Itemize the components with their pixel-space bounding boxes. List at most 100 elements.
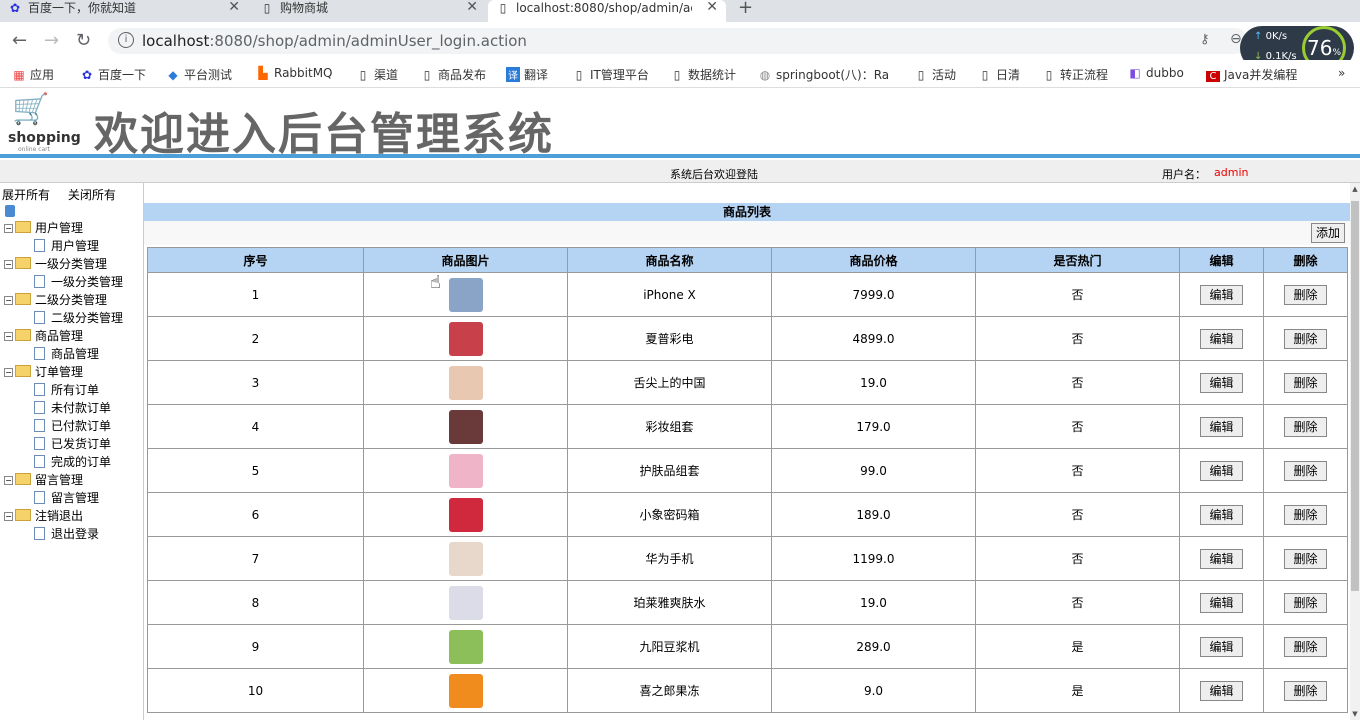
bookmark-dubbo[interactable]: ◧ dubbo [1128,66,1183,80]
bookmark-rabbitmq[interactable]: ▙ RabbitMQ [256,66,332,80]
tree-node-label: 二级分类管理 [51,311,124,325]
delete-button[interactable]: 删除 [1284,284,1327,305]
delete-button[interactable]: 删除 [1284,680,1327,701]
close-icon[interactable]: ✕ [228,0,240,15]
tree-node-label: 用户管理 [51,239,100,253]
collapse-icon[interactable]: − [4,368,13,377]
edit-button[interactable]: 编辑 [1200,372,1243,393]
shopping-logo: 🛒 shopping online cart [6,92,81,153]
col-header-edit: 编辑 [1179,247,1264,273]
delete-button[interactable]: 删除 [1284,592,1327,613]
delete-button[interactable]: 删除 [1284,460,1327,481]
edit-button[interactable]: 编辑 [1200,460,1243,481]
tree-leaf[interactable]: 已发货订单 [34,435,111,453]
bookmark-statistics[interactable]: ▯ 数据统计 [670,66,736,83]
col-header-price: 商品价格 [771,247,976,273]
tree-leaf[interactable]: 已付款订单 [34,417,111,435]
tree-leaf[interactable]: 二级分类管理 [34,309,123,327]
bookmark-platform-test[interactable]: ◆ 平台测试 [166,66,232,83]
cell-edit: 编辑 [1179,316,1264,361]
bookmark-java-concurrency[interactable]: C Java并发编程 [1206,66,1297,83]
collapse-icon[interactable]: − [4,332,13,341]
delete-button[interactable]: 删除 [1284,548,1327,569]
tree-leaf[interactable]: 用户管理 [34,237,99,255]
tree-leaf[interactable]: 留言管理 [34,489,99,507]
tree-leaf[interactable]: 商品管理 [34,345,99,363]
bookmark-daily[interactable]: ▯ 日清 [978,66,1020,83]
tree-leaf[interactable]: 完成的订单 [34,453,111,471]
folder-icon [15,329,31,341]
delete-button[interactable]: 删除 [1284,372,1327,393]
cell-hot: 是 [975,668,1180,713]
collapse-all-link[interactable]: 关闭所有 [68,188,116,202]
edit-button[interactable]: 编辑 [1200,592,1243,613]
close-icon[interactable]: ✕ [466,0,478,15]
edit-button[interactable]: 编辑 [1200,504,1243,525]
tree-folder[interactable]: − 留言管理 [4,471,83,489]
welcome-text: 系统后台欢迎登陆 [670,168,758,181]
tree-folder[interactable]: − 商品管理 [4,327,83,345]
folder-icon [15,509,31,521]
bookmark-apps[interactable]: ▦ 应用 [12,66,54,83]
scroll-up-icon[interactable]: ▲ [1350,185,1360,193]
tree-folder[interactable]: − 订单管理 [4,363,83,381]
edit-button[interactable]: 编辑 [1200,328,1243,349]
info-icon[interactable]: i [118,32,134,48]
tree-folder[interactable]: − 一级分类管理 [4,255,107,273]
bookmark-product-publish[interactable]: ▯ 商品发布 [420,66,486,83]
tree-folder[interactable]: − 注销退出 [4,507,83,525]
page-scrollbar[interactable]: ▲ ▼ [1350,183,1360,720]
edit-button[interactable]: 编辑 [1200,636,1243,657]
expand-all-link[interactable]: 展开所有 [2,188,50,202]
delete-button[interactable]: 删除 [1284,504,1327,525]
gauge-unit: % [1332,48,1341,58]
edit-button[interactable]: 编辑 [1200,416,1243,437]
bookmark-translate[interactable]: 译翻译 [506,66,548,83]
cell-hot: 否 [975,404,1180,449]
collapse-icon[interactable]: − [4,512,13,521]
delete-button[interactable]: 删除 [1284,328,1327,349]
edit-button[interactable]: 编辑 [1200,680,1243,701]
new-tab-icon[interactable]: + [738,0,753,18]
address-bar: ← → ↻ i localhost:8080/shop/admin/adminU… [0,22,1360,70]
edit-button[interactable]: 编辑 [1200,548,1243,569]
edit-button[interactable]: 编辑 [1200,284,1243,305]
bookmark-activity[interactable]: ▯ 活动 [914,66,956,83]
tab-admin[interactable]: ▯ localhost:8080/shop/admin/ad ✕ [488,0,726,22]
add-product-button[interactable]: 添加 [1311,223,1346,243]
tree-folder[interactable]: − 二级分类管理 [4,291,107,309]
scrollbar-thumb[interactable] [1351,201,1359,591]
tab-shop[interactable]: ▯ 购物商城 ✕ [252,0,486,22]
cell-delete: 删除 [1263,624,1348,669]
url-input[interactable]: i localhost:8080/shop/admin/adminUser_lo… [108,28,1248,54]
tree-leaf[interactable]: 退出登录 [34,525,99,543]
key-icon[interactable]: ⚷ [1200,32,1210,47]
url-text[interactable]: localhost:8080/shop/admin/adminUser_logi… [142,32,527,50]
bookmark-it-platform[interactable]: ▯ IT管理平台 [572,66,649,83]
document-icon [34,347,45,360]
bookmark-probation[interactable]: ▯ 转正流程 [1042,66,1108,83]
bookmark-channel[interactable]: ▯ 渠道 [356,66,398,83]
more-bookmarks-icon[interactable]: » [1338,66,1345,80]
scroll-down-icon[interactable]: ▼ [1350,710,1360,718]
cell-hot: 否 [975,580,1180,625]
collapse-icon[interactable]: − [4,260,13,269]
tree-folder[interactable]: − 用户管理 [4,219,83,237]
collapse-icon[interactable]: − [4,224,13,233]
bookmark-springboot[interactable]: ◍ springboot(八)：Ra [758,66,894,83]
delete-button[interactable]: 删除 [1284,416,1327,437]
forward-icon[interactable]: → [44,30,59,51]
cell-price: 19.0 [771,360,976,405]
tab-baidu[interactable]: ✿ 百度一下，你就知道 ✕ [0,0,248,22]
back-icon[interactable]: ← [12,30,27,51]
tree-leaf[interactable]: 一级分类管理 [34,273,123,291]
delete-button[interactable]: 删除 [1284,636,1327,657]
tree-leaf[interactable]: 未付款订单 [34,399,111,417]
collapse-icon[interactable]: − [4,296,13,305]
tree-leaf[interactable]: 所有订单 [34,381,99,399]
nav-tree: 展开所有 关闭所有 − 用户管理用户管理 − 一级分类管理 一级分类管理 − 二级分类管理二… [0,183,144,720]
reload-icon[interactable]: ↻ [76,30,91,51]
close-icon[interactable]: ✕ [706,0,718,15]
bookmark-baidu[interactable]: ✿ 百度一下 [80,66,146,83]
collapse-icon[interactable]: − [4,476,13,485]
